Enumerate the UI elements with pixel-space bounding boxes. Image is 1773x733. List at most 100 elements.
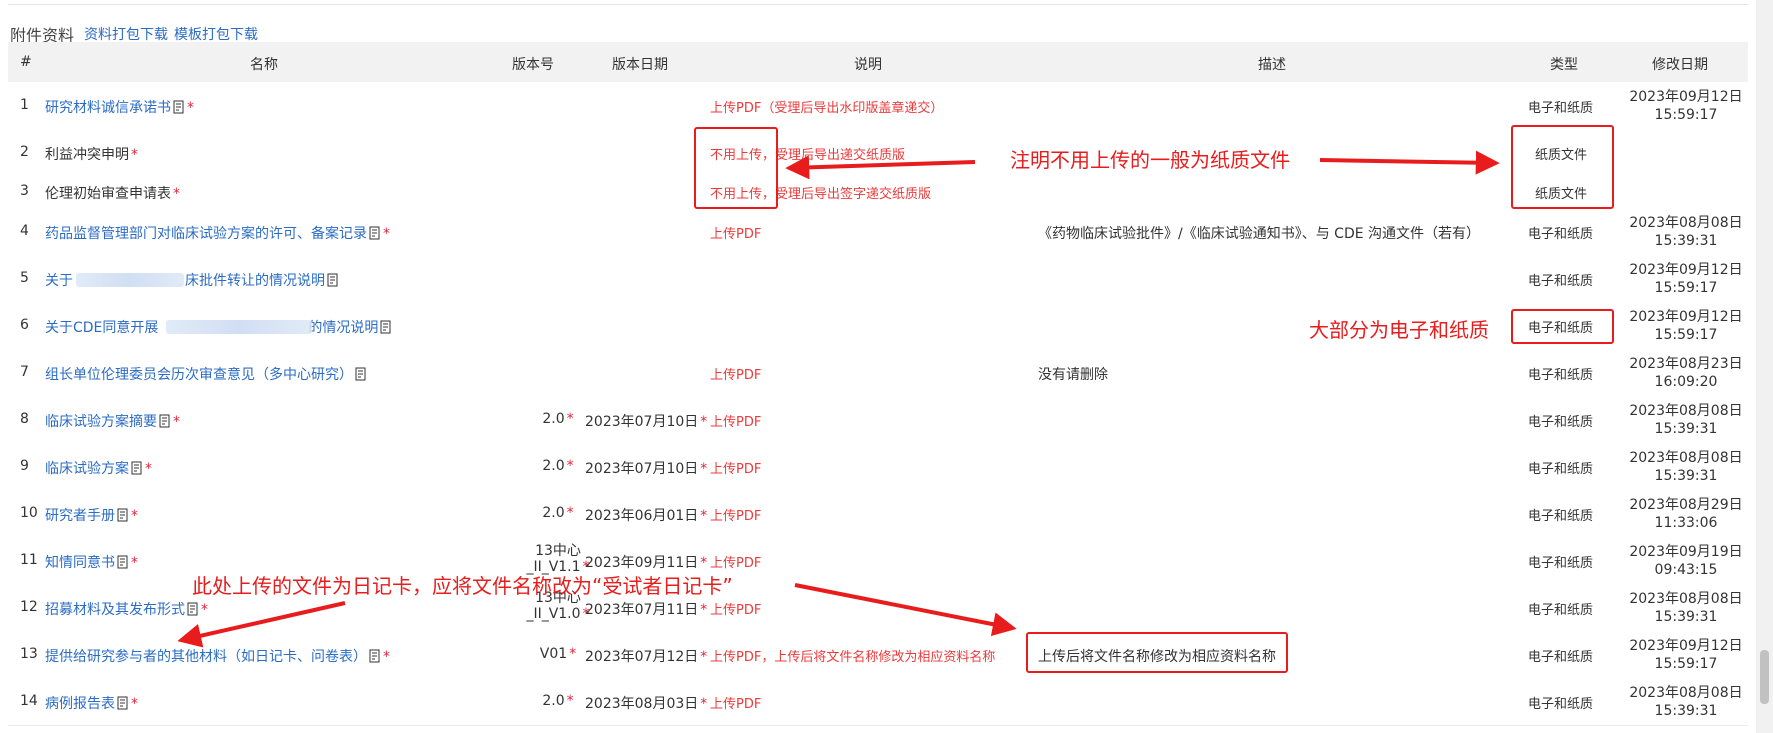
date-value: 2023年09月11日 <box>585 555 699 571</box>
version-date: 2023年06月01日 * <box>585 505 707 525</box>
attachment-icon[interactable] <box>369 649 381 663</box>
scrollbar-thumb[interactable] <box>1760 650 1769 704</box>
file-name-link[interactable]: 药品监督管理部门对临床试验方案的许可、备案记录 * <box>45 223 390 243</box>
table-row: 4 药品监督管理部门对临床试验方案的许可、备案记录 * 上传PDF 《药物临床试验… <box>8 208 1748 256</box>
attachment-icon[interactable] <box>187 602 199 616</box>
note-text: 上传PDF <box>710 697 762 712</box>
mod-date: 2023年08月08日 <box>1629 403 1743 419</box>
mod-date: 2023年08月08日 <box>1629 215 1743 231</box>
table-row: 13 提供给研究参与者的其他材料（如日记卡、问卷表） * V01 * 2023年07… <box>8 631 1748 679</box>
file-name-link[interactable]: 病例报告表 * <box>45 693 138 713</box>
file-name: 利益冲突申明 * <box>45 144 138 164</box>
file-name-start: 关于 <box>45 273 73 289</box>
required-star: * <box>700 461 708 477</box>
required-star: * <box>566 693 574 709</box>
col-type: 类型 <box>1550 57 1578 73</box>
attachment-icon[interactable] <box>369 226 381 240</box>
attachment-icon[interactable] <box>117 696 129 710</box>
modified-date: 2023年08月08日 15:39:31 <box>1626 214 1746 250</box>
row-index: 11 <box>20 552 38 568</box>
vertical-scrollbar[interactable] <box>1756 0 1773 733</box>
file-name-link[interactable]: 研究材料诚信承诺书 * <box>45 97 194 117</box>
mod-date: 2023年08月08日 <box>1629 450 1743 466</box>
type-text: 电子和纸质 <box>1528 603 1594 618</box>
type-text: 电子和纸质 <box>1528 415 1594 430</box>
mod-time: 09:43:15 <box>1654 562 1718 578</box>
file-name-link[interactable]: 临床试验方案摘要 * <box>45 411 180 431</box>
row-index: 2 <box>20 144 29 160</box>
mod-time: 15:39:31 <box>1654 609 1718 625</box>
file-name-start: 关于CDE同意开展 <box>45 320 159 336</box>
file-name-link[interactable]: 临床试验方案 * <box>45 458 152 478</box>
modified-date: 2023年09月19日 09:43:15 <box>1626 543 1746 579</box>
row-index: 9 <box>20 458 29 474</box>
attachment-icon[interactable] <box>159 414 171 428</box>
required-star: * <box>187 100 194 116</box>
file-name-link[interactable]: 组长单位伦理委员会历次审查意见（多中心研究） <box>45 364 367 384</box>
modified-date: 2023年08月08日 15:39:31 <box>1626 684 1746 720</box>
required-star: * <box>131 555 138 571</box>
file-name: 研究者手册 <box>45 508 115 524</box>
file-name-link[interactable]: 知情同意书 * <box>45 552 138 572</box>
type-text: 电子和纸质 <box>1528 227 1594 242</box>
date-value: 2023年07月11日 <box>585 602 699 618</box>
note-text: 上传PDF <box>710 603 762 618</box>
download-package-link[interactable]: 资料打包下载 <box>84 24 168 44</box>
annotation-box-majority-type <box>1511 309 1614 344</box>
version-value: 2.0 <box>542 458 565 474</box>
attachment-icon[interactable] <box>117 555 129 569</box>
version-date: 2023年08月03日 * <box>585 693 707 713</box>
required-star: * <box>383 649 390 665</box>
version-value: 2.0 <box>542 693 565 709</box>
mod-time: 15:59:17 <box>1654 280 1718 296</box>
required-star: * <box>700 508 708 524</box>
row-index: 4 <box>20 223 29 239</box>
mod-date: 2023年09月12日 <box>1629 262 1743 278</box>
version-line-1: 13中心 <box>535 543 581 559</box>
type-text: 电子和纸质 <box>1528 509 1594 524</box>
attachment-icon[interactable] <box>380 320 392 334</box>
attachment-icon[interactable] <box>327 273 339 287</box>
table-header: # 名称 版本号 版本日期 说明 描述 类型 修改日期 <box>8 42 1748 83</box>
col-description: 描述 <box>1258 57 1286 73</box>
note-text: 上传PDF <box>710 227 762 242</box>
type-text: 电子和纸质 <box>1528 697 1594 712</box>
note-text: 上传PDF <box>710 556 762 571</box>
note-text: 上传PDF（受理后导出水印版盖章递交） <box>710 101 944 116</box>
mod-date: 2023年08月23日 <box>1629 356 1743 372</box>
mod-date: 2023年08月29日 <box>1629 497 1743 513</box>
attachment-icon[interactable] <box>355 367 367 381</box>
file-name: 伦理初始审查申请表 * <box>45 183 180 203</box>
version-date: 2023年07月10日 * <box>585 411 707 431</box>
description-text: 《药物临床试验批件》/《临床试验通知书》、与 CDE 沟通文件（若有） <box>1038 226 1481 242</box>
modified-date: 2023年08月08日 15:39:31 <box>1626 402 1746 438</box>
attachment-icon[interactable] <box>117 508 129 522</box>
required-star: * <box>569 646 577 662</box>
table-row: 5 关于 床批件转让的情况说明 电子和纸质 2023年09月12日 15:59:17 <box>8 255 1748 303</box>
file-name: 临床试验方案 <box>45 461 129 477</box>
mod-date: 2023年08月08日 <box>1629 591 1743 607</box>
file-name-text: 伦理初始审查申请表 <box>45 186 171 202</box>
required-star: * <box>566 505 574 521</box>
template-package-link[interactable]: 模板打包下载 <box>174 24 258 44</box>
annotation-diary-note: 此处上传的文件为日记卡，应将文件名称改为“受试者日记卡” <box>192 574 733 598</box>
mod-date: 2023年09月19日 <box>1629 544 1743 560</box>
attachment-icon[interactable] <box>131 461 143 475</box>
table-row: 9 临床试验方案 * 2.0 * 2023年07月10日 * 上传PDF 电子和纸质 … <box>8 443 1748 491</box>
attachment-icon[interactable] <box>173 100 185 114</box>
file-name-link[interactable]: 研究者手册 * <box>45 505 138 525</box>
file-name: 临床试验方案摘要 <box>45 414 157 430</box>
annotation-paper-note: 注明不用上传的一般为纸质文件 <box>1010 148 1290 172</box>
file-name: 提供给研究参与者的其他材料（如日记卡、问卷表） <box>45 649 367 665</box>
file-name: 研究材料诚信承诺书 <box>45 100 171 116</box>
row-index: 14 <box>20 693 38 709</box>
note-text: 上传PDF <box>710 462 762 477</box>
note-text: 上传PDF <box>710 415 762 430</box>
required-star: * <box>700 414 708 430</box>
modified-date: 2023年08月08日 15:39:31 <box>1626 590 1746 626</box>
file-name: 知情同意书 <box>45 555 115 571</box>
file-name-link[interactable]: 提供给研究参与者的其他材料（如日记卡、问卷表） * <box>45 646 390 666</box>
version-date: 2023年07月10日 * <box>585 458 707 478</box>
file-name-link[interactable]: 招募材料及其发布形式 * <box>45 599 208 619</box>
date-value: 2023年07月10日 <box>585 461 699 477</box>
